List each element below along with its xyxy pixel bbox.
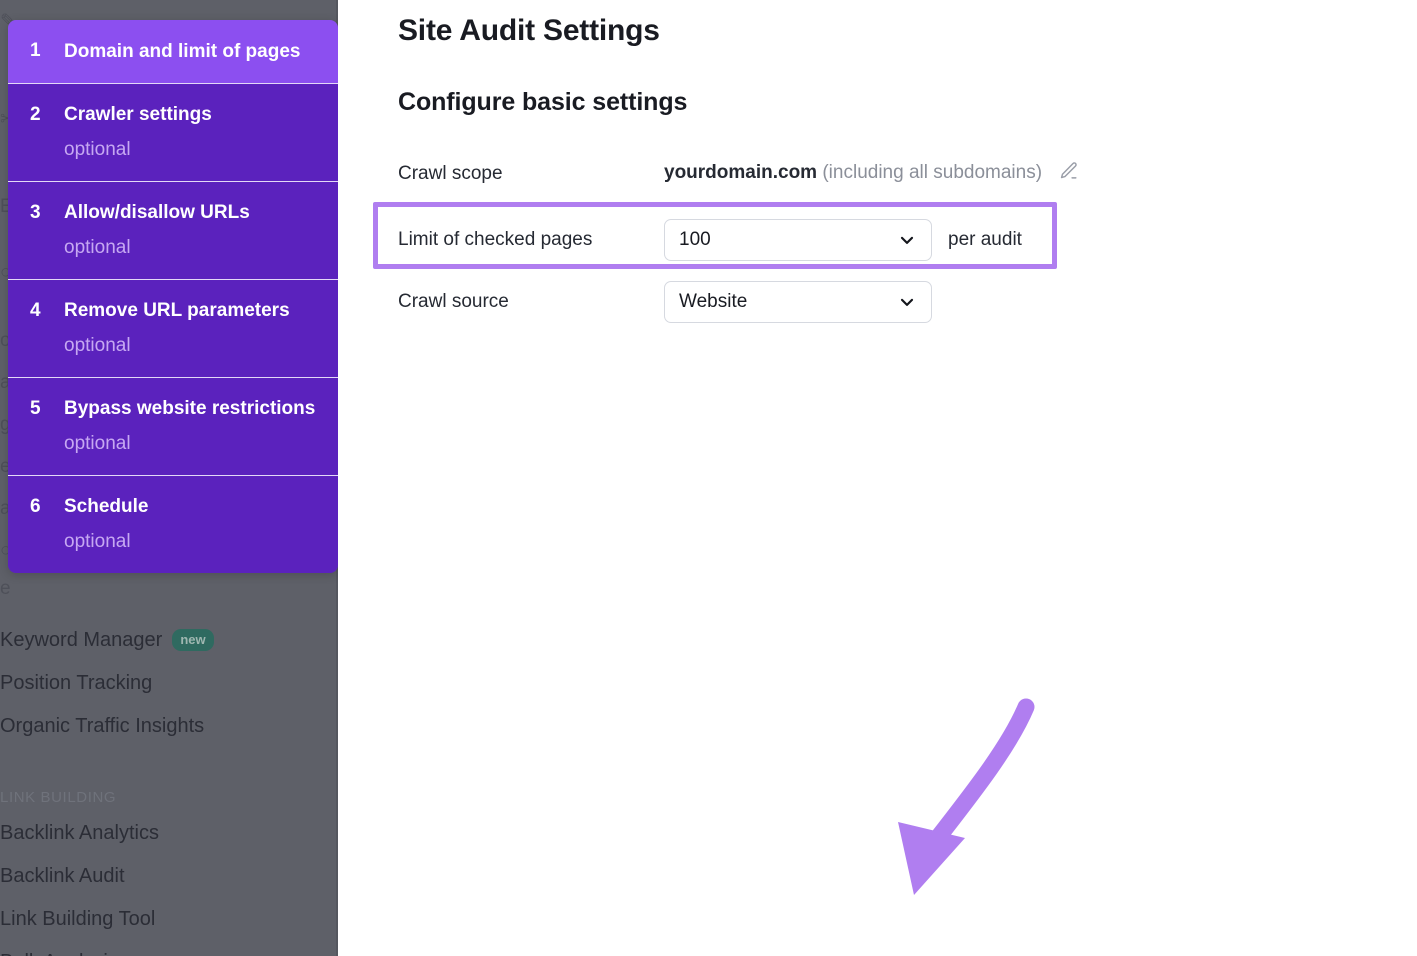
step-6-schedule[interactable]: 6 Schedule optional <box>8 475 338 573</box>
crawl-scope-value: yourdomain.com (including all subdomains… <box>664 160 1079 188</box>
step-title: Remove URL parameters <box>64 300 290 321</box>
step-title: Domain and limit of pages <box>64 41 301 62</box>
step-3-allow-disallow-urls[interactable]: 3 Allow/disallow URLs optional <box>8 181 338 279</box>
settings-main-panel: Site Audit Settings Configure basic sett… <box>338 0 1417 956</box>
sidebar-group-label: LINK BUILDING <box>0 789 117 806</box>
step-title: Allow/disallow URLs <box>64 202 250 223</box>
sidebar-item-label: Position Tracking <box>0 671 153 694</box>
crawl-scope-label: Crawl scope <box>398 163 503 184</box>
basic-settings-form: Crawl scope yourdomain.com (including al… <box>398 150 1397 344</box>
step-number: 2 <box>30 104 41 125</box>
step-5-bypass-website-restrictions[interactable]: 5 Bypass website restrictions optional <box>8 377 338 475</box>
sidebar-item-keyword-manager[interactable]: Keyword Manager new <box>0 618 336 661</box>
step-number: 1 <box>30 40 41 61</box>
step-2-crawler-settings[interactable]: 2 Crawler settings optional <box>8 83 338 181</box>
sidebar-item-label: Backlink Audit <box>0 864 125 887</box>
limit-of-pages-select[interactable]: 100 <box>664 219 932 261</box>
pencil-icon[interactable] <box>1057 160 1079 188</box>
sidebar-item-organic-traffic-insights[interactable]: Organic Traffic Insights <box>0 704 336 747</box>
sidebar-item-label: Bulk Analysis <box>0 952 118 956</box>
step-4-remove-url-parameters[interactable]: 4 Remove URL parameters optional <box>8 279 338 377</box>
step-number: 6 <box>30 496 41 517</box>
limit-of-pages-value: 100 <box>679 229 711 250</box>
step-optional-label: optional <box>64 139 131 160</box>
step-number: 4 <box>30 300 41 321</box>
page-title: Site Audit Settings <box>398 14 660 47</box>
step-optional-label: optional <box>64 237 131 258</box>
sidebar-item-backlink-analytics[interactable]: Backlink Analytics <box>0 811 336 854</box>
step-optional-label: optional <box>64 433 131 454</box>
crawl-scope-domain: yourdomain.com <box>664 162 818 183</box>
new-badge: new <box>172 628 214 651</box>
step-title: Schedule <box>64 496 149 517</box>
step-1-domain-and-limit-of-pages[interactable]: 1 Domain and limit of pages <box>8 20 338 83</box>
chevron-down-icon <box>897 292 917 312</box>
step-title: Crawler settings <box>64 104 212 125</box>
crawl-source-label: Crawl source <box>398 291 509 312</box>
sidebar-group-link-building: LINK BUILDING <box>0 765 336 811</box>
sidebar-item-label: Keyword Manager <box>0 628 163 651</box>
crawl-source-select[interactable]: Website <box>664 281 932 323</box>
sidebar-item-label: Link Building Tool <box>0 907 156 930</box>
step-number: 3 <box>30 202 41 223</box>
sidebar-item-label: Backlink Analytics <box>0 821 159 844</box>
sidebar-item-backlink-audit[interactable]: Backlink Audit <box>0 854 336 897</box>
sidebar-item-position-tracking[interactable]: Position Tracking <box>0 661 336 704</box>
sidebar-item-link-building-tool[interactable]: Link Building Tool <box>0 897 336 940</box>
footer-actions: Send an email every time an audit is com… <box>338 806 1417 956</box>
limit-of-pages-label: Limit of checked pages <box>398 229 593 250</box>
crawl-scope-row: Crawl scope yourdomain.com (including al… <box>398 150 1397 198</box>
step-optional-label: optional <box>64 335 131 356</box>
crawl-scope-note: (including all subdomains) <box>817 162 1043 183</box>
site-audit-settings-screen: Keyword Manager new Position Tracking Or… <box>0 0 1417 956</box>
ghost-glyph: e <box>0 578 11 599</box>
sidebar-item-bulk-analysis[interactable]: Bulk Analysis <box>0 940 336 956</box>
section-title: Configure basic settings <box>398 88 688 116</box>
sidebar-item-label: Organic Traffic Insights <box>0 714 205 737</box>
crawl-source-value: Website <box>679 291 748 312</box>
limit-of-pages-row: Limit of checked pages 100 per audit <box>398 216 1397 264</box>
chevron-down-icon <box>897 230 917 250</box>
step-optional-label: optional <box>64 531 131 552</box>
step-wizard-panel: 1 Domain and limit of pages 2 Crawler se… <box>8 20 338 573</box>
crawl-source-row: Crawl source Website <box>398 278 1397 326</box>
step-number: 5 <box>30 398 41 419</box>
step-title: Bypass website restrictions <box>64 398 316 419</box>
limit-of-pages-suffix: per audit <box>948 229 1022 250</box>
